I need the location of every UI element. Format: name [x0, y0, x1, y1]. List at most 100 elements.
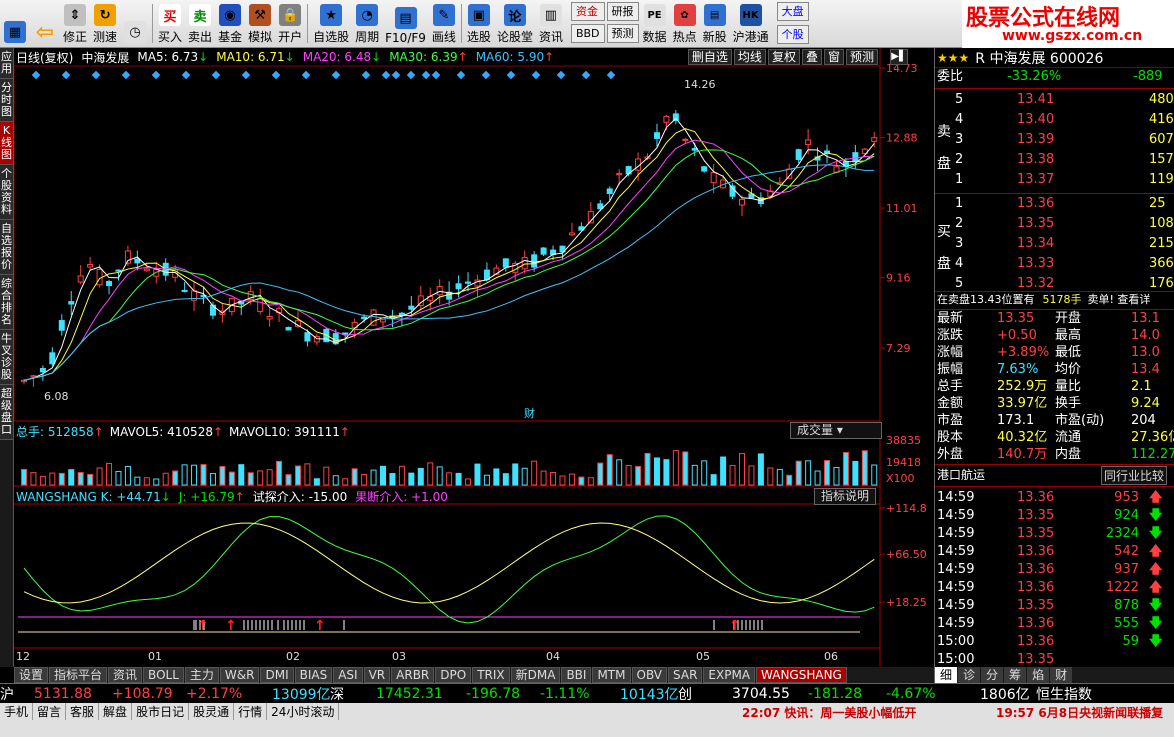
data-button[interactable]: PE 数据 — [640, 0, 670, 47]
ask-volume: 480 — [1149, 92, 1174, 107]
news-ticker-2[interactable]: 19:57 6月8日央视新闻联播复 — [996, 704, 1163, 721]
toolbar-clock-button[interactable]: ◷ — [120, 0, 150, 47]
volume-bar — [276, 460, 283, 486]
toolbar-pen-button[interactable]: ✎ 画线 — [429, 0, 459, 47]
toolbar-news-button[interactable]: ▥ 资讯 — [536, 0, 566, 47]
hk-connect-button[interactable]: HK 沪港通 — [730, 0, 772, 47]
tab-dmi[interactable]: DMI — [260, 667, 294, 683]
tab-[interactable]: 资讯 — [108, 667, 143, 683]
tab-dma[interactable]: 新DMA — [510, 667, 561, 683]
toolbar-cycle-button[interactable]: ◔ 周期 — [352, 0, 382, 47]
quote-tab-4[interactable]: 焰 — [1027, 667, 1050, 683]
hot-button[interactable]: ✿ 热点 — [670, 0, 700, 47]
volume-bar — [672, 450, 679, 486]
bottom-link-4[interactable]: 股市日记 — [132, 703, 190, 720]
kline-chart[interactable]: 14.7312.8811.019.167.2914.266.08财3883519… — [14, 48, 934, 667]
bottom-link-2[interactable]: 客服 — [66, 703, 100, 720]
quote-tab-5[interactable]: 财 — [1050, 667, 1073, 683]
index-sh[interactable]: 沪 — [0, 684, 14, 704]
stock-button[interactable]: 个股 — [776, 25, 809, 44]
sidebar-item-6[interactable]: 牛 叉 诊 股 — [0, 330, 13, 385]
quote-tab-2[interactable]: 分 — [981, 667, 1004, 683]
toolbar-sell-button[interactable]: 卖卖出 — [185, 0, 215, 47]
chart-btn-5[interactable]: 预测 — [845, 49, 878, 65]
sidebar-item-5[interactable]: 综 合 排 名 — [0, 275, 13, 330]
toolbar-lun-button[interactable]: 论论股堂 — [494, 0, 536, 47]
tab-expma[interactable]: EXPMA — [703, 667, 756, 683]
bbd-button[interactable]: BBD — [570, 24, 605, 43]
index-sh-c: +108.79 — [112, 685, 173, 702]
index-sz[interactable]: 深 — [330, 684, 344, 704]
tab-dpo[interactable]: DPO — [435, 667, 472, 683]
sidebar-item-7[interactable]: 超 级 盘 口 — [0, 385, 13, 440]
bottom-link-1[interactable]: 留言 — [33, 703, 67, 720]
bottom-link-6[interactable]: 行情 — [234, 703, 268, 720]
toolbar-fund-button[interactable]: ◉ 基金 — [215, 0, 245, 47]
x-axis-label: 03 — [392, 650, 406, 663]
toolbar-arrows-updown-button[interactable]: ⇕ 修正 — [60, 0, 90, 47]
index-cy[interactable]: 创 — [678, 684, 692, 704]
tab-mtm[interactable]: MTM — [592, 667, 631, 683]
toolbar-star-button[interactable]: ★ 自选股 — [310, 0, 352, 47]
forecast-button[interactable]: 预测 — [606, 24, 639, 43]
toolbar-refresh-button[interactable]: ↻ 测速 — [90, 0, 120, 47]
quote-tab-0[interactable]: 细 — [935, 667, 958, 683]
signal-diamond — [456, 70, 466, 80]
sector-name[interactable]: 港口航运 — [937, 466, 985, 483]
toolbar-back-arrow-button[interactable]: ⇦ — [30, 0, 60, 47]
sidebar-item-4[interactable]: 自 选 报 价 — [0, 220, 13, 275]
scroll-right-icon[interactable]: ▶▌ — [890, 49, 908, 65]
tab-sar[interactable]: SAR — [668, 667, 703, 683]
toolbar-monitor-button[interactable]: ▣ 选股 — [464, 0, 494, 47]
index-hs[interactable]: 恒生指数 — [1036, 684, 1092, 704]
chart-btn-2[interactable]: 复权 — [767, 49, 800, 65]
chart-btn-0[interactable]: 删自选 — [687, 49, 732, 65]
toolbar-grid-button[interactable]: ▦ — [0, 0, 30, 47]
tab-[interactable]: 指标平台 — [49, 667, 108, 683]
bottom-link-3[interactable]: 解盘 — [99, 703, 133, 720]
chart-btn-1[interactable]: 均线 — [733, 49, 766, 65]
bottom-link-5[interactable]: 股灵通 — [189, 703, 235, 720]
tab-wangshang[interactable]: WANGSHANG — [756, 667, 847, 683]
quote-panel: ★★★ R 中海发展 600026 委比 -33.26% -889 卖 盘 5 13.41… — [934, 48, 1174, 683]
chart-btn-4[interactable]: 窗 — [823, 49, 844, 65]
chart-period[interactable]: 日线(复权) — [16, 49, 73, 66]
newstock-button[interactable]: ▤ 新股 — [700, 0, 730, 47]
quote-tab-3[interactable]: 筹 — [1004, 667, 1027, 683]
sidebar-item-0[interactable]: 应 用 — [0, 48, 13, 79]
research-button[interactable]: 研报 — [606, 2, 639, 21]
toolbar-buy-button[interactable]: 买买入 — [155, 0, 185, 47]
bottom-link-0[interactable]: 手机 — [0, 703, 34, 720]
fund-flow-button[interactable]: 资金 — [570, 2, 605, 21]
tab-trix[interactable]: TRIX — [472, 667, 510, 683]
tab-bbi[interactable]: BBI — [561, 667, 592, 683]
tab-vr[interactable]: VR — [363, 667, 391, 683]
sector-compare-button[interactable]: 同行业比较 — [1101, 466, 1168, 485]
chart-btn-3[interactable]: 叠 — [801, 49, 822, 65]
sidebar-item-1[interactable]: 分 时 图 — [0, 79, 13, 122]
volume-select[interactable]: 成交量 ▾ — [790, 422, 882, 439]
stat-label: 外盘 — [937, 447, 964, 462]
chart-right-buttons: 删自选 均线 复权叠窗预测 — [686, 49, 878, 65]
toolbar-hammer-button[interactable]: ⚒ 模拟 — [245, 0, 275, 47]
tab-arbr[interactable]: ARBR — [391, 667, 435, 683]
volume-bar — [87, 473, 94, 486]
market-index-button[interactable]: 大盘 — [776, 2, 809, 21]
toolbar-f10-button[interactable]: ▤ F10/F9 — [382, 0, 429, 47]
indicator-help-button[interactable]: 指标说明 — [814, 488, 877, 505]
sidebar-item-3[interactable]: 个 股 资 料 — [0, 165, 13, 220]
news-ticker-1[interactable]: 22:07 快讯：周一美股小幅低开 — [742, 704, 916, 721]
tab-bias[interactable]: BIAS — [294, 667, 333, 683]
tab-asi[interactable]: ASI — [333, 667, 363, 683]
tab-boll[interactable]: BOLL — [143, 667, 184, 683]
big-order-notice[interactable]: 在卖盘13.43位置有 5178手 卖单! 查看详 — [937, 292, 1150, 308]
toolbar-label: 基金 — [218, 30, 243, 44]
sidebar-item-2[interactable]: K 线 图 — [0, 122, 13, 165]
tab-[interactable]: 设置 — [14, 667, 49, 683]
bottom-link-7[interactable]: 24小时滚动 — [267, 703, 340, 720]
tab-[interactable]: 主力 — [184, 667, 219, 683]
tab-wr[interactable]: W&R — [219, 667, 260, 683]
tab-obv[interactable]: OBV — [631, 667, 668, 683]
toolbar-lock-button[interactable]: 🔒 开户 — [275, 0, 305, 47]
quote-tab-1[interactable]: 诊 — [958, 667, 981, 683]
